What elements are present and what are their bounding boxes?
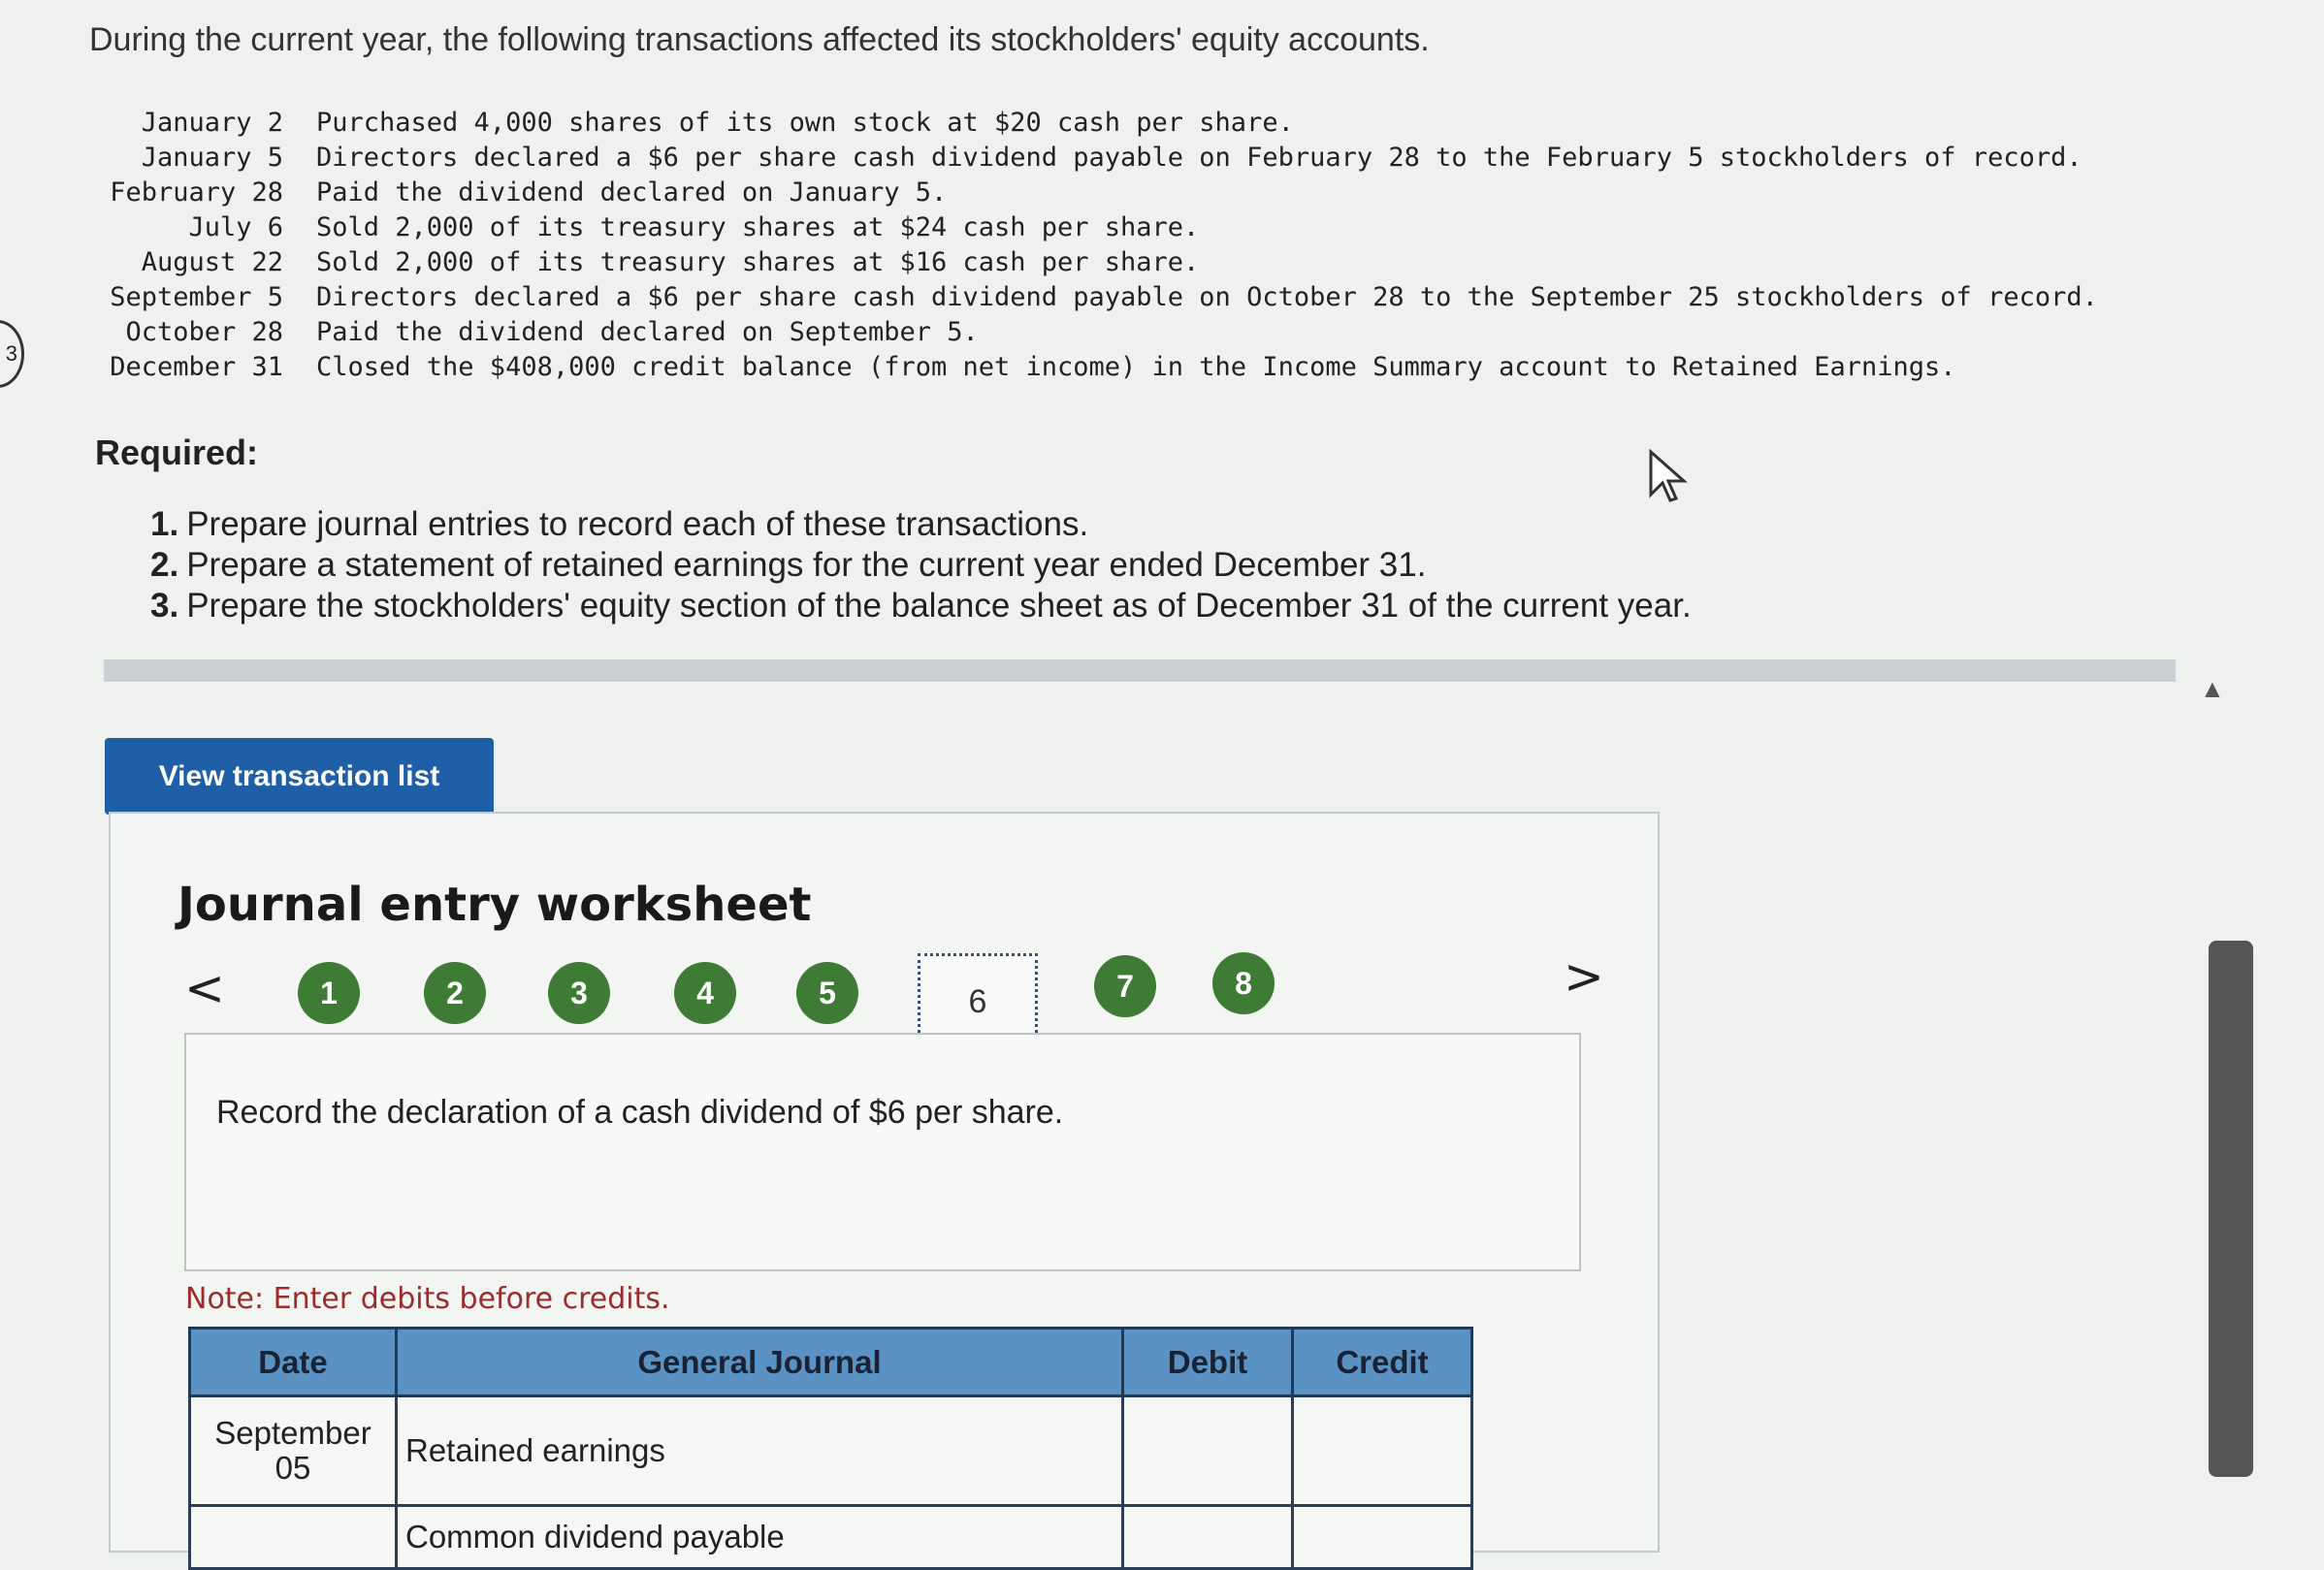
required-item: 2. Prepare a statement of retained earnin… [150,545,1692,586]
transaction-row: December 31 Closed the $408,000 credit ba… [89,349,2098,384]
credit-input[interactable] [1291,1394,1473,1507]
transaction-description: Closed the $408,000 credit balance (from… [316,351,1956,382]
item-number: 3. [150,587,179,625]
item-number: 1. [150,505,179,543]
section-divider [104,659,2176,682]
transaction-date: January 5 [141,142,283,173]
step-3-button[interactable]: 3 [548,962,610,1024]
required-item: 3. Prepare the stockholders' equity secti… [150,586,1692,626]
date-cell [188,1504,398,1570]
date-month: September [214,1415,371,1451]
transaction-row: July 6 Sold 2,000 of its treasury shares … [89,209,2098,244]
worksheet-title: Journal entry worksheet [178,878,812,932]
mouse-cursor-icon [1649,448,1688,502]
item-number: 2. [150,546,179,584]
prev-step-button[interactable]: < [184,960,225,1016]
transaction-row: February 28 Paid the dividend declared on… [89,175,2098,209]
transaction-date: August 22 [141,246,283,277]
header-general-journal: General Journal [395,1327,1124,1397]
transaction-row: October 28 Paid the dividend declared on … [89,314,2098,349]
transaction-description: Paid the dividend declared on September … [316,316,979,347]
transaction-date: October 28 [125,316,283,347]
transaction-description: Paid the dividend declared on January 5. [316,176,948,208]
item-text: Prepare a statement of retained earnings… [186,546,1427,584]
required-item: 1. Prepare journal entries to record each… [150,504,1692,545]
transaction-row: September 5 Directors declared a $6 per s… [89,279,2098,314]
transaction-list: January 2 Purchased 4,000 shares of its o… [89,105,2098,384]
transaction-description: Directors declared a $6 per share cash d… [316,142,2082,173]
left-edge-fragment: 3 [0,320,24,388]
step-1-button[interactable]: 1 [298,962,360,1024]
scrollbar-thumb[interactable] [2209,941,2253,1477]
transaction-date: December 31 [110,351,283,382]
required-list: 1. Prepare journal entries to record each… [150,504,1692,626]
transaction-description: Sold 2,000 of its treasury shares at $16… [316,246,1200,277]
transaction-row: January 2 Purchased 4,000 shares of its o… [89,105,2098,140]
credit-input[interactable] [1291,1504,1473,1570]
step-4-button[interactable]: 4 [674,962,736,1024]
debit-input[interactable] [1121,1504,1294,1570]
note-text: Note: Enter debits before credits. [185,1282,670,1316]
table-row: Common dividend payable [188,1504,1473,1570]
table-row: September 05 Retained earnings [188,1394,1473,1507]
transaction-date: September 5 [110,281,283,312]
transaction-description: Directors declared a $6 per share cash d… [316,281,2098,312]
header-debit: Debit [1121,1327,1294,1397]
item-text: Prepare the stockholders' equity section… [186,587,1692,625]
transaction-description: Purchased 4,000 shares of its own stock … [316,107,1294,138]
intro-text: During the current year, the following t… [89,21,1430,58]
header-date: Date [188,1327,398,1397]
transaction-row: August 22 Sold 2,000 of its treasury shar… [89,244,2098,279]
scroll-up-arrow-icon[interactable]: ▲ [2200,674,2225,704]
account-select[interactable]: Retained earnings [395,1394,1124,1507]
view-transaction-list-button[interactable]: View transaction list [105,738,494,815]
required-heading: Required: [95,433,259,472]
step-2-button[interactable]: 2 [424,962,486,1024]
instruction-text: Record the declaration of a cash dividen… [216,1094,1064,1131]
transaction-date: July 6 [188,211,283,242]
next-step-button[interactable]: > [1564,948,1604,1005]
step-8-button[interactable]: 8 [1212,952,1275,1014]
item-text: Prepare journal entries to record each o… [186,505,1089,543]
step-5-button[interactable]: 5 [796,962,858,1024]
date-day: 05 [274,1450,311,1486]
instruction-box [184,1033,1581,1271]
debit-input[interactable] [1121,1394,1294,1507]
transaction-description: Sold 2,000 of its treasury shares at $24… [316,211,1200,242]
account-select[interactable]: Common dividend payable [395,1504,1124,1570]
transaction-date: January 2 [141,107,283,138]
header-credit: Credit [1291,1327,1473,1397]
transaction-date: February 28 [110,176,283,208]
date-cell: September 05 [188,1394,398,1507]
transaction-row: January 5 Directors declared a $6 per sha… [89,140,2098,175]
table-header-row: Date General Journal Debit Credit [188,1327,1473,1397]
general-journal-table: Date General Journal Debit Credit Septem… [188,1327,1473,1570]
step-7-button[interactable]: 7 [1094,955,1156,1017]
